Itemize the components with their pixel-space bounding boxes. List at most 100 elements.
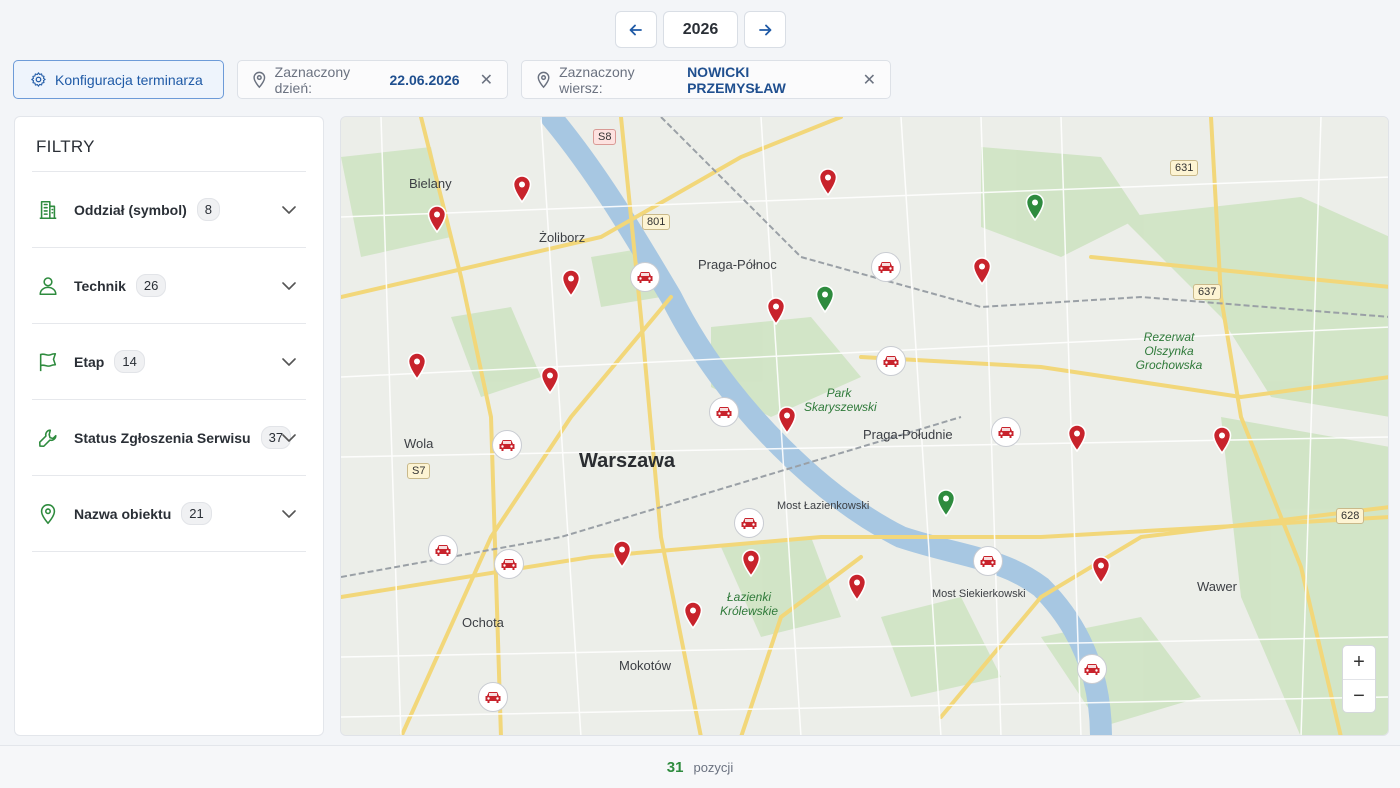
- road-sign-801: 801: [642, 214, 671, 230]
- map-label-rezerwat: Rezerwat Olszynka Grochowska: [1135, 330, 1203, 372]
- map-vehicle-marker[interactable]: [991, 417, 1021, 447]
- map-pin-red[interactable]: [561, 269, 581, 298]
- zoom-out-button[interactable]: −: [1343, 679, 1375, 712]
- car-icon: [741, 518, 757, 529]
- car-icon: [716, 407, 732, 418]
- filter-technik[interactable]: Technik 26: [32, 248, 306, 324]
- toolbar: Konfiguracja terminarza Zaznaczony dzień…: [13, 60, 891, 99]
- filter-count-badge: 21: [181, 502, 212, 525]
- previous-year-button[interactable]: [615, 11, 657, 48]
- map-label-wawer: Wawer: [1197, 579, 1237, 594]
- car-icon: [883, 356, 899, 367]
- map-label-most-siekierkowski: Most Siekierkowski: [932, 588, 1026, 600]
- map-vehicle-marker[interactable]: [478, 682, 508, 712]
- filter-label: Etap: [74, 353, 105, 370]
- selected-row-value: NOWICKI PRZEMYSŁAW: [687, 63, 786, 96]
- map-label-lazienki: Łazienki Królewskie: [719, 590, 779, 618]
- car-icon: [980, 556, 996, 567]
- filter-etap[interactable]: Etap 14: [32, 324, 306, 400]
- chevron-down-icon: [282, 507, 296, 521]
- map-pin-red[interactable]: [1067, 424, 1087, 453]
- map-vehicle-marker[interactable]: [494, 549, 524, 579]
- filter-count-badge: 14: [114, 350, 145, 373]
- next-year-button[interactable]: [744, 11, 786, 48]
- filter-count-badge: 26: [135, 274, 167, 297]
- map-label-park-skaryszewski: Park Skaryszewski: [804, 386, 877, 414]
- map-pin-red[interactable]: [1091, 556, 1111, 585]
- selected-day-label: Zaznaczony dzień:: [274, 63, 351, 96]
- road-sign-s8: S8: [593, 129, 617, 145]
- location-pin-icon: [36, 502, 60, 526]
- map-view[interactable]: Bielany Żoliborz Praga-Północ Wola Warsz…: [340, 116, 1389, 736]
- map-vehicle-marker[interactable]: [492, 430, 522, 460]
- road-sign-628: 628: [1336, 508, 1365, 524]
- map-pin-red[interactable]: [540, 366, 560, 395]
- chevron-down-icon: [282, 431, 296, 445]
- schedule-config-button[interactable]: Konfiguracja terminarza: [13, 60, 224, 99]
- road-sign-s7: S7: [407, 463, 431, 479]
- wrench-icon: [36, 426, 60, 450]
- arrow-left-icon: [629, 24, 642, 35]
- map-vehicle-marker[interactable]: [876, 346, 906, 376]
- map-pin-red[interactable]: [818, 168, 838, 197]
- map-pin-green[interactable]: [815, 285, 835, 314]
- map-vehicle-marker[interactable]: [428, 535, 458, 565]
- items-count-unit: pozycji: [693, 759, 734, 775]
- map-pin-red[interactable]: [612, 540, 632, 569]
- map-vehicle-marker[interactable]: [1077, 654, 1107, 684]
- map-pin-red[interactable]: [683, 601, 703, 630]
- filter-status[interactable]: Status Zgłoszenia Serwisu 37: [32, 400, 306, 476]
- map-vehicle-marker[interactable]: [734, 508, 764, 538]
- map-pin-red[interactable]: [972, 257, 992, 286]
- footer: 31 pozycji: [0, 745, 1400, 788]
- filter-label: Technik: [74, 277, 126, 294]
- car-icon: [499, 440, 515, 451]
- filters-title: FILTRY: [36, 137, 95, 156]
- flag-icon: [36, 350, 60, 374]
- map-pin-red[interactable]: [741, 549, 761, 578]
- map-vehicle-marker[interactable]: [709, 397, 739, 427]
- map-label-wola: Wola: [404, 436, 434, 451]
- car-icon: [1084, 664, 1100, 675]
- user-icon: [36, 274, 60, 298]
- map-pin-red[interactable]: [766, 297, 786, 326]
- filters-panel: FILTRY Oddział (symbol) 8 Technik 26 Eta…: [14, 116, 324, 736]
- clear-row-button[interactable]: ✕: [863, 70, 876, 90]
- filter-nazwa-obiektu[interactable]: Nazwa obiektu 21: [32, 476, 306, 552]
- car-icon: [878, 262, 894, 273]
- car-icon: [435, 545, 451, 556]
- map-label-bielany: Bielany: [409, 176, 452, 191]
- chevron-down-icon: [282, 279, 296, 293]
- gear-icon: [31, 72, 46, 87]
- map-label-ochota: Ochota: [462, 615, 504, 630]
- selected-row-chip: Zaznaczony wiersz: NOWICKI PRZEMYSŁAW ✕: [521, 60, 891, 99]
- filter-count-badge: 8: [196, 198, 221, 221]
- zoom-in-button[interactable]: +: [1343, 646, 1375, 679]
- building-icon: [36, 198, 60, 222]
- map-pin-green[interactable]: [936, 489, 956, 518]
- filter-label: Status Zgłoszenia Serwisu: [74, 429, 251, 446]
- arrow-right-icon: [759, 24, 772, 35]
- map-pin-red[interactable]: [777, 406, 797, 435]
- selected-row-label: Zaznaczony wiersz:: [559, 63, 635, 96]
- map-pin-red[interactable]: [512, 175, 532, 204]
- map-vehicle-marker[interactable]: [871, 252, 901, 282]
- map-vehicle-marker[interactable]: [973, 546, 1003, 576]
- location-pin-icon: [537, 71, 550, 88]
- map-pin-green[interactable]: [1025, 193, 1045, 222]
- filter-oddzial[interactable]: Oddział (symbol) 8: [32, 172, 306, 248]
- map-vehicle-marker[interactable]: [630, 262, 660, 292]
- chevron-down-icon: [282, 203, 296, 217]
- clear-day-button[interactable]: ✕: [480, 70, 493, 90]
- map-pin-red[interactable]: [407, 352, 427, 381]
- map-pin-red[interactable]: [1212, 426, 1232, 455]
- map-label-zoliborz: Żoliborz: [539, 230, 586, 245]
- map-label-warszawa: Warszawa: [579, 450, 675, 472]
- year-navigation: 2026: [615, 11, 786, 48]
- items-count: 31: [666, 758, 684, 776]
- map-label-praga-polnoc: Praga-Północ: [698, 257, 777, 272]
- car-icon: [637, 272, 653, 283]
- map-pin-red[interactable]: [847, 573, 867, 602]
- map-pin-red[interactable]: [427, 205, 447, 234]
- chevron-down-icon: [282, 355, 296, 369]
